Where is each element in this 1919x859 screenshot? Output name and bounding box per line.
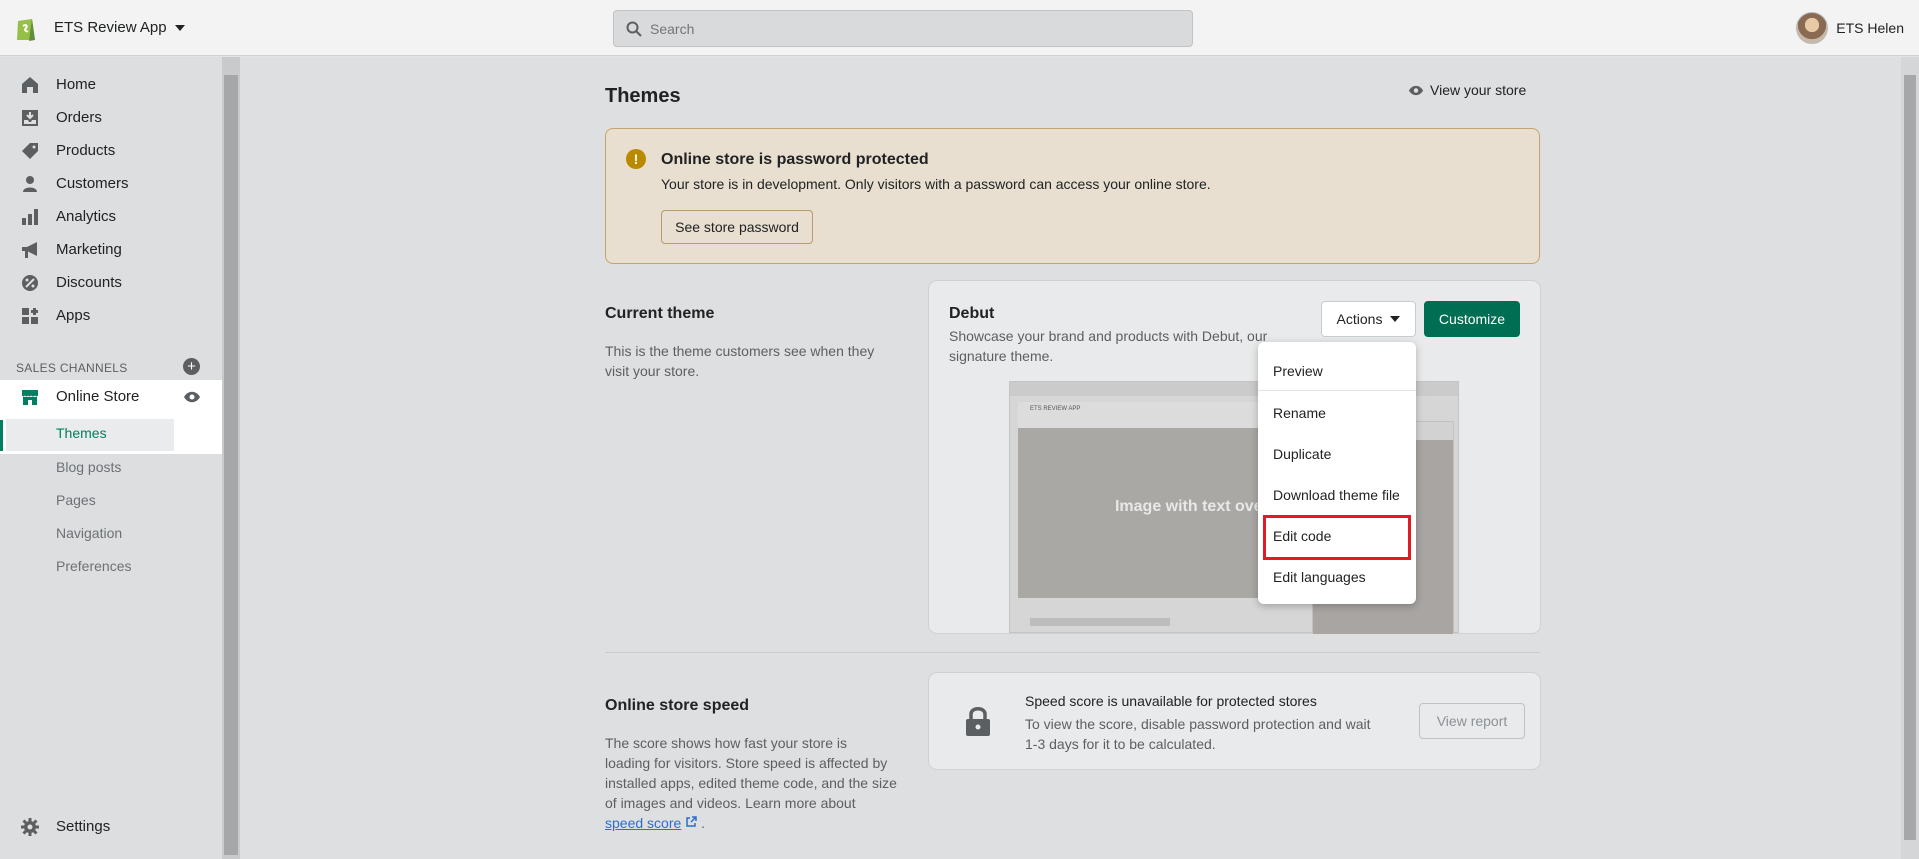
sidebar-item-label: Marketing xyxy=(56,241,122,258)
sidebar-item-label: Home xyxy=(56,76,97,93)
menu-item-edit-code[interactable]: Edit code xyxy=(1273,528,1331,544)
sidebar-item-label: Orders xyxy=(56,109,102,126)
page-title: Themes xyxy=(605,85,681,107)
sidebar-item-apps[interactable]: Apps xyxy=(0,299,222,332)
sidebar-subitem-navigation[interactable]: Navigation xyxy=(56,525,122,541)
current-theme-desc-line2: visit your store. xyxy=(605,363,700,379)
actions-label: Actions xyxy=(1336,311,1383,327)
view-report-button[interactable]: View report xyxy=(1419,703,1525,739)
apps-icon xyxy=(20,306,40,326)
speed-score-link[interactable]: speed score xyxy=(605,815,681,831)
user-name: ETS Helen xyxy=(1836,20,1904,36)
search-bar[interactable] xyxy=(613,10,1193,47)
store-icon xyxy=(20,387,40,407)
speed-card-title: Speed score is unavailable for protected… xyxy=(1025,693,1317,709)
add-sales-channel-icon[interactable]: + xyxy=(183,358,200,375)
person-icon xyxy=(20,174,40,194)
sidebar-scrollbar[interactable] xyxy=(222,57,240,859)
view-store-link[interactable]: View your store xyxy=(1408,82,1526,98)
speed-card-text: To view the score, disable password prot… xyxy=(1025,716,1371,752)
speed-score-link-line: speed score . xyxy=(605,813,705,833)
scrollbar-thumb[interactable] xyxy=(1904,75,1916,840)
preview-footer xyxy=(1030,618,1170,626)
store-speed-desc-line4: of images and videos. Learn more about xyxy=(605,795,856,811)
customize-button[interactable]: Customize xyxy=(1424,301,1520,337)
eye-icon xyxy=(1408,85,1424,95)
sidebar-item-label: Online Store xyxy=(56,388,140,405)
period: . xyxy=(701,815,705,831)
sidebar-item-analytics[interactable]: Analytics xyxy=(0,200,222,233)
store-switcher[interactable]: ETS Review App xyxy=(14,14,185,42)
discount-icon xyxy=(20,273,40,293)
chevron-down-icon xyxy=(1390,316,1401,322)
top-bar: ETS Review App ETS Helen xyxy=(0,0,1919,56)
theme-name: Debut xyxy=(949,305,995,322)
store-speed-desc-line3: installed apps, edited theme code, and t… xyxy=(605,775,897,791)
current-theme-heading: Current theme xyxy=(605,305,715,322)
store-name: ETS Review App xyxy=(54,19,167,36)
sales-channels-label: SALES CHANNELS xyxy=(16,361,128,375)
scrollbar-thumb[interactable] xyxy=(224,75,238,855)
password-banner: ! Online store is password protected You… xyxy=(605,128,1540,264)
menu-item-duplicate[interactable]: Duplicate xyxy=(1273,446,1331,462)
online-store-section: Online Store Themes xyxy=(0,380,222,454)
actions-dropdown-menu: Preview Rename Duplicate Download theme … xyxy=(1258,342,1416,604)
external-link-icon xyxy=(686,816,697,827)
store-speed-heading: Online store speed xyxy=(605,697,750,714)
sidebar-subitem-preferences[interactable]: Preferences xyxy=(56,558,131,574)
banner-title: Online store is password protected xyxy=(661,151,929,168)
actions-button[interactable]: Actions xyxy=(1321,301,1416,337)
sidebar-item-label: Customers xyxy=(56,175,129,192)
sidebar-item-discounts[interactable]: Discounts xyxy=(0,266,222,299)
active-indicator xyxy=(0,420,3,451)
sidebar-subitem-themes[interactable]: Themes xyxy=(56,425,107,441)
view-store-label: View your store xyxy=(1430,82,1527,98)
search-input[interactable] xyxy=(650,20,1150,37)
sidebar-item-home[interactable]: Home xyxy=(0,68,222,101)
menu-item-edit-languages[interactable]: Edit languages xyxy=(1273,569,1366,585)
sidebar-item-label: Discounts xyxy=(56,274,122,291)
gear-icon xyxy=(20,817,40,837)
sidebar-item-settings[interactable]: Settings xyxy=(0,810,222,843)
avatar xyxy=(1796,12,1829,44)
sidebar-item-label: Products xyxy=(56,142,116,159)
sidebar-item-customers[interactable]: Customers xyxy=(0,167,222,200)
search-icon xyxy=(626,21,642,37)
speed-card: Speed score is unavailable for protected… xyxy=(929,673,1540,769)
bar-chart-icon xyxy=(20,207,40,227)
page-scrollbar[interactable] xyxy=(1901,57,1919,859)
home-icon xyxy=(20,75,40,95)
tag-icon xyxy=(20,141,40,161)
eye-icon[interactable] xyxy=(183,391,201,403)
theme-description: Showcase your brand and products with De… xyxy=(949,328,1268,364)
sidebar-subitem-blog-posts[interactable]: Blog posts xyxy=(56,459,121,475)
sidebar-item-label: Settings xyxy=(56,818,111,835)
banner-text: Your store is in development. Only visit… xyxy=(661,176,1211,192)
shopify-logo-icon xyxy=(17,18,35,41)
megaphone-icon xyxy=(20,240,40,260)
sidebar-item-label: Analytics xyxy=(56,208,117,225)
sidebar-subitem-pages[interactable]: Pages xyxy=(56,492,96,508)
sidebar-item-orders[interactable]: Orders xyxy=(0,101,222,134)
lock-icon xyxy=(966,707,990,736)
sidebar-item-products[interactable]: Products xyxy=(0,134,222,167)
menu-item-preview[interactable]: Preview xyxy=(1273,363,1323,379)
store-speed-desc-line1: The score shows how fast your store is xyxy=(605,735,847,751)
store-speed-desc-line2: loading for visitors. Store speed is aff… xyxy=(605,755,888,771)
current-theme-desc-line1: This is the theme customers see when the… xyxy=(605,343,875,359)
menu-item-rename[interactable]: Rename xyxy=(1273,405,1326,421)
sidebar: Home Orders Products Customers Analytics… xyxy=(0,57,222,859)
menu-item-download-theme-file[interactable]: Download theme file xyxy=(1273,487,1400,503)
preview-header: ETS REVIEW APP xyxy=(1018,402,1288,428)
sidebar-item-marketing[interactable]: Marketing xyxy=(0,233,222,266)
see-store-password-button[interactable]: See store password xyxy=(661,210,813,244)
user-menu[interactable]: ETS Helen xyxy=(1796,12,1904,44)
chevron-down-icon xyxy=(174,24,185,31)
sidebar-item-label: Apps xyxy=(56,307,91,324)
warning-icon: ! xyxy=(626,149,646,169)
section-divider xyxy=(605,652,1540,653)
orders-icon xyxy=(20,108,40,128)
menu-divider xyxy=(1258,390,1416,391)
